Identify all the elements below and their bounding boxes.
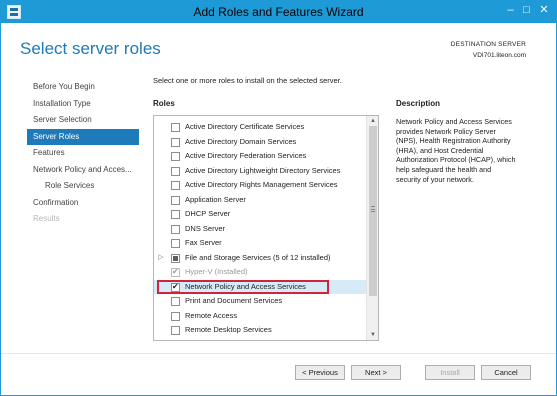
destination-server-name: VDI701.liteon.com — [472, 52, 526, 59]
roles-list[interactable]: Active Directory Certificate Services Ac… — [153, 115, 379, 341]
role-checkbox[interactable] — [171, 195, 180, 205]
minimize-button[interactable]: – — [504, 4, 517, 17]
selection-highlight-box — [157, 279, 329, 294]
role-label: Print and Document Services — [185, 296, 283, 305]
role-row[interactable]: Active Directory Federation Services — [154, 149, 367, 164]
nav-item-server-selection[interactable]: Server Selection — [27, 112, 139, 129]
role-label: Active Directory Federation Services — [185, 151, 307, 160]
roles-scrollbar[interactable]: ▲ ▼ — [366, 116, 378, 340]
nav-item-confirmation[interactable]: Confirmation — [27, 195, 139, 212]
role-checkbox[interactable] — [171, 224, 180, 234]
nav-item-features[interactable]: Features — [27, 145, 139, 162]
description-heading: Description — [396, 99, 441, 108]
role-checkbox[interactable] — [171, 326, 180, 335]
role-row[interactable]: DHCP Server — [154, 207, 367, 222]
role-row[interactable]: Active Directory Domain Services — [154, 135, 367, 150]
role-checkbox[interactable] — [171, 311, 180, 321]
role-row[interactable]: Fax Server — [154, 236, 367, 251]
role-checkbox[interactable] — [171, 297, 180, 306]
nav-item-before-you-begin[interactable]: Before You Begin — [27, 79, 139, 96]
next-button[interactable]: Next > — [351, 365, 401, 380]
previous-button[interactable]: < Previous — [295, 365, 345, 380]
role-label: Remote Access — [185, 310, 238, 320]
scrollbar-grip-icon — [371, 206, 375, 212]
role-label: DHCP Server — [185, 209, 231, 218]
role-label: Active Directory Rights Management Servi… — [185, 180, 338, 189]
role-row-selected[interactable]: Network Policy and Access Services — [154, 279, 367, 294]
role-checkbox[interactable] — [171, 123, 180, 132]
nav-item-role-services[interactable]: Role Services — [27, 178, 139, 195]
role-row[interactable]: Remote Access — [154, 309, 367, 324]
role-checkbox[interactable] — [171, 181, 180, 190]
role-row[interactable]: Application Server — [154, 193, 367, 208]
role-checkbox[interactable] — [171, 152, 180, 161]
role-checkbox — [171, 265, 180, 279]
role-row[interactable]: Active Directory Lightweight Directory S… — [154, 164, 367, 179]
role-checkbox[interactable] — [171, 239, 180, 248]
role-label: Application Server — [185, 194, 246, 204]
role-label: Active Directory Lightweight Directory S… — [185, 165, 341, 175]
role-row[interactable]: ▷ File and Storage Services (5 of 12 ins… — [154, 251, 367, 266]
wizard-window: Add Roles and Features Wizard – □ ✕ Sele… — [0, 0, 557, 396]
role-label: Active Directory Certificate Services — [185, 122, 305, 131]
install-button: Install — [425, 365, 475, 380]
role-label: Hyper-V (Installed) — [185, 267, 248, 276]
role-label: DNS Server — [185, 223, 226, 233]
role-checkbox[interactable] — [171, 166, 180, 176]
role-row[interactable]: Remote Desktop Services — [154, 323, 367, 338]
role-row[interactable]: DNS Server — [154, 222, 367, 237]
page-title: Select server roles — [20, 39, 161, 58]
nav-item-installation-type[interactable]: Installation Type — [27, 96, 139, 113]
role-row[interactable]: Active Directory Rights Management Servi… — [154, 178, 367, 193]
nav-item-network-policy[interactable]: Network Policy and Acces... — [27, 162, 139, 179]
role-row[interactable]: Active Directory Certificate Services — [154, 120, 367, 135]
scroll-down-arrow-icon[interactable]: ▼ — [367, 330, 378, 340]
scrollbar-thumb[interactable] — [369, 126, 377, 296]
role-label: File and Storage Services (5 of 12 insta… — [185, 252, 331, 262]
wizard-nav: Before You Begin Installation Type Serve… — [27, 79, 139, 228]
scroll-up-arrow-icon[interactable]: ▲ — [367, 116, 378, 126]
role-row[interactable]: Print and Document Services — [154, 294, 367, 309]
expand-arrow-icon[interactable]: ▷ — [157, 251, 165, 266]
role-checkbox[interactable] — [171, 210, 180, 219]
roles-heading: Roles — [153, 99, 175, 108]
nav-item-server-roles[interactable]: Server Roles — [27, 128, 139, 145]
nav-item-results: Results — [33, 214, 60, 223]
close-button[interactable]: ✕ — [536, 4, 552, 17]
description-text: Network Policy and Access Services provi… — [396, 117, 516, 184]
cancel-button[interactable]: Cancel — [481, 365, 531, 380]
role-checkbox[interactable] — [171, 137, 180, 147]
role-label: Active Directory Domain Services — [185, 136, 297, 146]
role-checkbox[interactable] — [171, 253, 180, 263]
maximize-button[interactable]: □ — [520, 4, 533, 17]
role-row: Hyper-V (Installed) — [154, 265, 367, 280]
window-title: Add Roles and Features Wizard — [193, 5, 364, 19]
instruction-text: Select one or more roles to install on t… — [153, 76, 342, 85]
role-label: Fax Server — [185, 238, 222, 247]
title-bar[interactable]: Add Roles and Features Wizard – □ ✕ — [1, 1, 556, 23]
footer-divider — [1, 353, 556, 354]
destination-server-label: DESTINATION SERVER — [450, 41, 526, 48]
role-label: Remote Desktop Services — [185, 325, 272, 334]
